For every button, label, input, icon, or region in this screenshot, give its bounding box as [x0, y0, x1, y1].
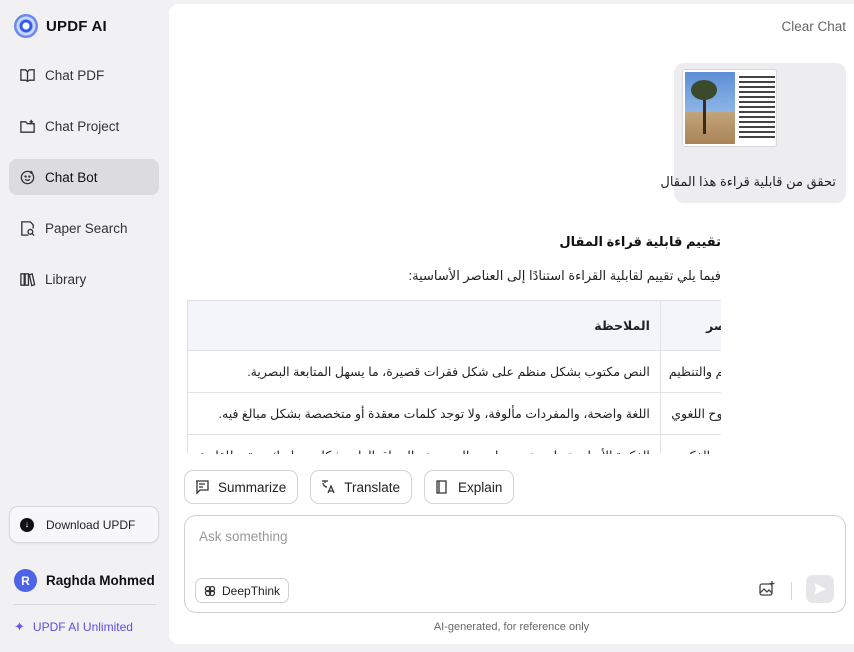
library-icon	[18, 270, 36, 288]
summarize-button[interactable]: Summarize	[184, 470, 299, 504]
composer-divider	[791, 582, 792, 600]
ai-answer: تقييم قابلية قراءة المقال فيما يلي تقييم…	[187, 234, 721, 297]
translate-icon	[322, 480, 335, 494]
table-cell: الحجم والتنظيم	[659, 350, 721, 393]
answer-title: تقييم قابلية قراءة المقال	[559, 234, 721, 249]
table-cell: الجذب الفكري	[659, 434, 721, 454]
explain-label: Explain	[458, 479, 503, 495]
user-message-bubble: تحقق من قابلية قراءة هذا المقال	[660, 63, 846, 203]
deepthink-toggle[interactable]: DeepThink	[195, 578, 290, 603]
user-name: Raghda Mohmed	[46, 573, 155, 588]
desert-photo	[685, 72, 735, 144]
deepthink-label: DeepThink	[222, 583, 281, 598]
ai-disclaimer: AI-generated, for reference only	[433, 621, 590, 633]
table-row: الوضوح اللغوي اللغة واضحة، والمفردات مأل…	[187, 392, 721, 435]
sidebar-item-label: Library	[45, 271, 87, 287]
download-icon: ↓	[20, 517, 34, 532]
user-profile[interactable]: R Raghda Mohmed	[14, 569, 155, 592]
table-row: الجذب الفكري الفكرة الأساسية واضحة وتربط…	[187, 434, 721, 454]
send-icon	[814, 583, 826, 595]
table-row: الحجم والتنظيم النص مكتوب بشكل منظم على …	[187, 350, 721, 393]
sidebar-nav: Chat PDF Chat Project Chat Bot Paper Sea…	[9, 57, 159, 312]
explain-button[interactable]: Explain	[424, 470, 515, 504]
table-cell: النص مكتوب بشكل منظم على شكل فقرات قصيرة…	[187, 350, 661, 393]
brand-name: UPDF AI	[46, 17, 107, 35]
answer-intro: فيما يلي تقييم لقابلية القراءة استنادًا …	[408, 268, 721, 283]
image-plus-icon	[759, 581, 775, 596]
table-cell: اللغة واضحة، والمفردات مألوفة، ولا توجد …	[187, 392, 661, 435]
upload-image-button[interactable]	[758, 580, 778, 600]
summarize-label: Summarize	[218, 479, 287, 495]
bot-icon	[18, 168, 36, 186]
sidebar-item-library[interactable]: Library	[9, 261, 159, 297]
message-composer: DeepThink	[184, 515, 846, 613]
unlimited-label: UPDF AI Unlimited	[32, 620, 133, 634]
table-cell: الوضوح اللغوي	[659, 392, 721, 435]
sidebar-divider	[13, 604, 156, 605]
document-text-lines	[739, 76, 775, 141]
translate-label: Translate	[344, 479, 401, 495]
sidebar-item-chat-project[interactable]: Chat Project	[9, 108, 159, 144]
table-header-cell: الملاحظة	[187, 300, 661, 351]
book-icon	[18, 66, 36, 84]
readability-table: العنصر الملاحظة الحجم والتنظيم النص مكتو…	[187, 300, 721, 454]
table-header-cell: العنصر	[659, 300, 721, 351]
avatar: R	[14, 569, 37, 592]
folder-icon	[18, 117, 36, 135]
upgrade-unlimited-link[interactable]: ✦ UPDF AI Unlimited	[14, 619, 133, 635]
tree-shape	[691, 80, 717, 134]
ask-input[interactable]	[199, 529, 799, 544]
sidebar-item-label: Paper Search	[45, 220, 128, 236]
readability-table-container[interactable]: العنصر الملاحظة الحجم والتنظيم النص مكتو…	[187, 300, 721, 454]
brand[interactable]: UPDF AI	[14, 14, 107, 38]
download-label: Download UPDF	[46, 517, 136, 532]
quick-actions: Summarize Translate Explain	[184, 470, 515, 504]
sidebar-item-chat-bot[interactable]: Chat Bot	[9, 159, 159, 195]
sidebar: UPDF AI Chat PDF Chat Project Chat Bot P…	[0, 0, 168, 652]
attached-document-thumbnail[interactable]	[682, 69, 777, 147]
book-open-icon	[436, 480, 447, 494]
doc-search-icon	[18, 219, 36, 237]
deepthink-icon	[204, 585, 216, 596]
translate-button[interactable]: Translate	[310, 470, 413, 504]
sidebar-item-paper-search[interactable]: Paper Search	[9, 210, 159, 246]
sidebar-item-label: Chat PDF	[45, 67, 105, 83]
table-cell: الفكرة الأساسية واضحة وتربط بين الموضوع …	[187, 434, 661, 454]
sidebar-item-label: Chat Project	[45, 118, 120, 134]
sparkle-icon: ✦	[14, 619, 25, 634]
user-message-text: تحقق من قابلية قراءة هذا المقال	[660, 174, 836, 189]
chat-panel: Clear Chat تحقق من قابلية قراءة هذا المق…	[169, 4, 854, 644]
clear-chat-button[interactable]: Clear Chat	[781, 19, 846, 34]
updf-logo-icon	[14, 14, 38, 38]
download-updf-button[interactable]: ↓ Download UPDF	[9, 506, 159, 543]
summarize-icon	[196, 480, 209, 495]
sidebar-item-chat-pdf[interactable]: Chat PDF	[9, 57, 159, 93]
send-button[interactable]	[806, 575, 834, 603]
sidebar-item-label: Chat Bot	[45, 169, 98, 185]
table-header-row: العنصر الملاحظة	[187, 300, 721, 351]
